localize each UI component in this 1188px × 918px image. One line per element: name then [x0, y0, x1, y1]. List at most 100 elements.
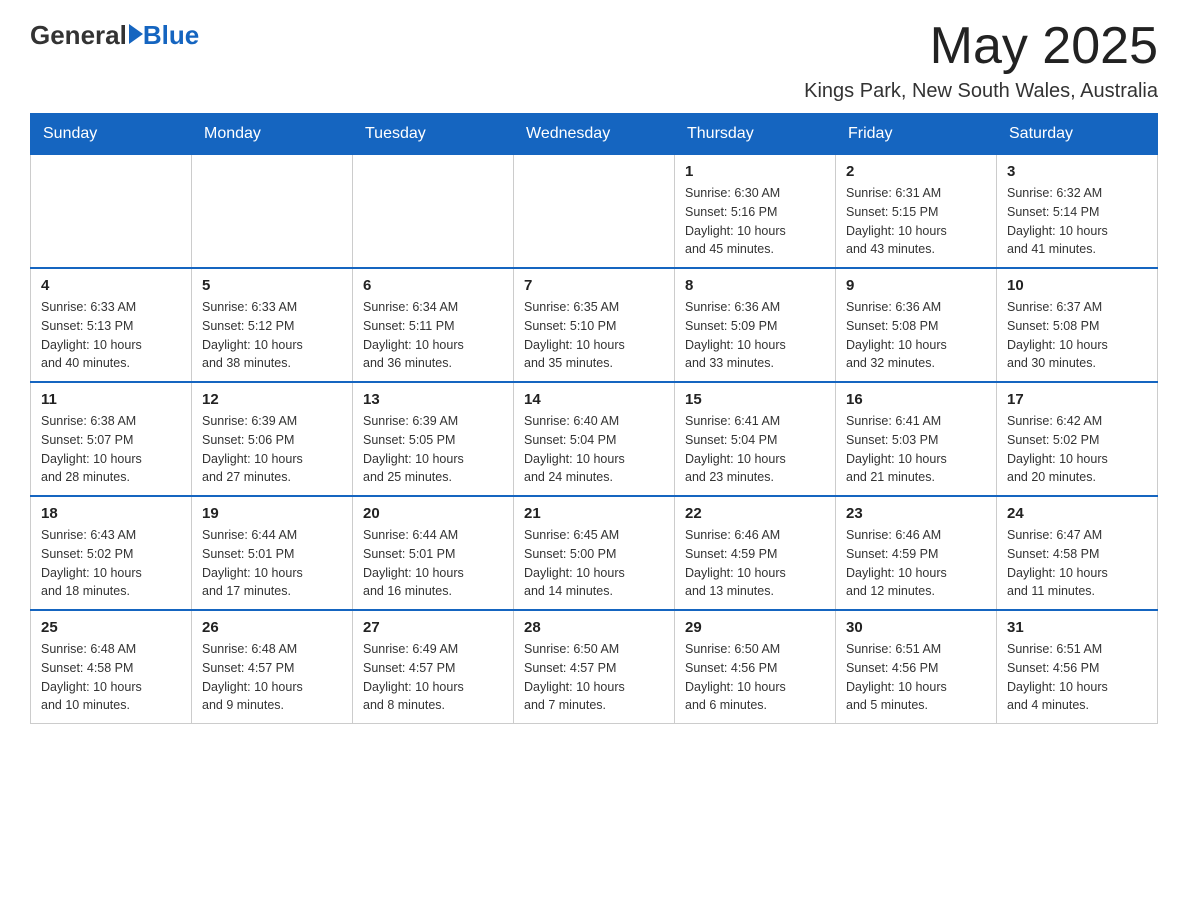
calendar-cell: 30 Sunrise: 6:51 AM Sunset: 4:56 PM Dayli…	[836, 610, 997, 724]
day-number: 27	[363, 619, 503, 636]
day-info: Sunrise: 6:41 AM Sunset: 5:03 PM Dayligh…	[846, 412, 986, 487]
calendar-week-row: 25 Sunrise: 6:48 AM Sunset: 4:58 PM Dayli…	[31, 610, 1158, 724]
day-number: 2	[846, 163, 986, 180]
calendar-cell	[192, 154, 353, 268]
calendar-cell: 19 Sunrise: 6:44 AM Sunset: 5:01 PM Dayli…	[192, 496, 353, 610]
day-number: 24	[1007, 505, 1147, 522]
day-number: 31	[1007, 619, 1147, 636]
day-info: Sunrise: 6:47 AM Sunset: 4:58 PM Dayligh…	[1007, 526, 1147, 601]
calendar-cell: 9Sunrise: 6:36 AM Sunset: 5:08 PM Daylig…	[836, 268, 997, 382]
day-number: 17	[1007, 391, 1147, 408]
day-number: 22	[685, 505, 825, 522]
day-number: 10	[1007, 277, 1147, 294]
day-info: Sunrise: 6:50 AM Sunset: 4:56 PM Dayligh…	[685, 640, 825, 715]
calendar-week-row: 4 Sunrise: 6:33 AM Sunset: 5:13 PM Daylig…	[31, 268, 1158, 382]
logo-text-general: General	[30, 20, 127, 51]
calendar-cell: 10Sunrise: 6:37 AM Sunset: 5:08 PM Dayli…	[997, 268, 1158, 382]
day-info: Sunrise: 6:48 AM Sunset: 4:58 PM Dayligh…	[41, 640, 181, 715]
day-info: Sunrise: 6:40 AM Sunset: 5:04 PM Dayligh…	[524, 412, 664, 487]
logo-arrow-icon	[129, 24, 143, 44]
title-block: May 2025 Kings Park, New South Wales, Au…	[804, 20, 1158, 103]
calendar-cell	[353, 154, 514, 268]
day-number: 30	[846, 619, 986, 636]
day-info: Sunrise: 6:44 AM Sunset: 5:01 PM Dayligh…	[363, 526, 503, 601]
day-info: Sunrise: 6:36 AM Sunset: 5:08 PM Dayligh…	[846, 298, 986, 373]
day-info: Sunrise: 6:31 AM Sunset: 5:15 PM Dayligh…	[846, 184, 986, 259]
calendar-cell: 5 Sunrise: 6:33 AM Sunset: 5:12 PM Daylig…	[192, 268, 353, 382]
calendar-cell: 12 Sunrise: 6:39 AM Sunset: 5:06 PM Dayli…	[192, 382, 353, 496]
day-number: 6	[363, 277, 503, 294]
day-info: Sunrise: 6:50 AM Sunset: 4:57 PM Dayligh…	[524, 640, 664, 715]
day-header-sunday: Sunday	[31, 114, 192, 154]
calendar-cell: 22 Sunrise: 6:46 AM Sunset: 4:59 PM Dayli…	[675, 496, 836, 610]
month-title: May 2025	[804, 20, 1158, 72]
day-info: Sunrise: 6:51 AM Sunset: 4:56 PM Dayligh…	[846, 640, 986, 715]
calendar-header-row: SundayMondayTuesdayWednesdayThursdayFrid…	[31, 114, 1158, 154]
day-number: 4	[41, 277, 181, 294]
calendar-cell: 20 Sunrise: 6:44 AM Sunset: 5:01 PM Dayli…	[353, 496, 514, 610]
calendar-cell: 3 Sunrise: 6:32 AM Sunset: 5:14 PM Daylig…	[997, 154, 1158, 268]
location-title: Kings Park, New South Wales, Australia	[804, 80, 1158, 103]
day-number: 13	[363, 391, 503, 408]
day-header-thursday: Thursday	[675, 114, 836, 154]
calendar-cell: 29 Sunrise: 6:50 AM Sunset: 4:56 PM Dayli…	[675, 610, 836, 724]
calendar-cell	[514, 154, 675, 268]
day-info: Sunrise: 6:32 AM Sunset: 5:14 PM Dayligh…	[1007, 184, 1147, 259]
day-number: 7	[524, 277, 664, 294]
day-number: 8	[685, 277, 825, 294]
calendar-cell: 21 Sunrise: 6:45 AM Sunset: 5:00 PM Dayli…	[514, 496, 675, 610]
day-info: Sunrise: 6:34 AM Sunset: 5:11 PM Dayligh…	[363, 298, 503, 373]
calendar-cell: 27 Sunrise: 6:49 AM Sunset: 4:57 PM Dayli…	[353, 610, 514, 724]
day-number: 19	[202, 505, 342, 522]
day-number: 23	[846, 505, 986, 522]
day-info: Sunrise: 6:49 AM Sunset: 4:57 PM Dayligh…	[363, 640, 503, 715]
calendar-cell: 25 Sunrise: 6:48 AM Sunset: 4:58 PM Dayli…	[31, 610, 192, 724]
day-info: Sunrise: 6:44 AM Sunset: 5:01 PM Dayligh…	[202, 526, 342, 601]
day-info: Sunrise: 6:39 AM Sunset: 5:06 PM Dayligh…	[202, 412, 342, 487]
calendar-cell: 26 Sunrise: 6:48 AM Sunset: 4:57 PM Dayli…	[192, 610, 353, 724]
day-number: 3	[1007, 163, 1147, 180]
day-number: 16	[846, 391, 986, 408]
calendar-cell: 8 Sunrise: 6:36 AM Sunset: 5:09 PM Daylig…	[675, 268, 836, 382]
calendar-cell: 7 Sunrise: 6:35 AM Sunset: 5:10 PM Daylig…	[514, 268, 675, 382]
day-info: Sunrise: 6:48 AM Sunset: 4:57 PM Dayligh…	[202, 640, 342, 715]
calendar-cell: 23 Sunrise: 6:46 AM Sunset: 4:59 PM Dayli…	[836, 496, 997, 610]
calendar-week-row: 1 Sunrise: 6:30 AM Sunset: 5:16 PM Daylig…	[31, 154, 1158, 268]
calendar-cell	[31, 154, 192, 268]
day-header-monday: Monday	[192, 114, 353, 154]
day-number: 12	[202, 391, 342, 408]
day-number: 25	[41, 619, 181, 636]
calendar-cell: 1 Sunrise: 6:30 AM Sunset: 5:16 PM Daylig…	[675, 154, 836, 268]
calendar-cell: 6 Sunrise: 6:34 AM Sunset: 5:11 PM Daylig…	[353, 268, 514, 382]
day-info: Sunrise: 6:33 AM Sunset: 5:12 PM Dayligh…	[202, 298, 342, 373]
calendar-week-row: 11Sunrise: 6:38 AM Sunset: 5:07 PM Dayli…	[31, 382, 1158, 496]
day-header-wednesday: Wednesday	[514, 114, 675, 154]
logo: General Blue	[30, 20, 199, 51]
page-header: General Blue May 2025 Kings Park, New So…	[30, 20, 1158, 103]
day-number: 18	[41, 505, 181, 522]
day-info: Sunrise: 6:46 AM Sunset: 4:59 PM Dayligh…	[846, 526, 986, 601]
day-info: Sunrise: 6:46 AM Sunset: 4:59 PM Dayligh…	[685, 526, 825, 601]
day-info: Sunrise: 6:36 AM Sunset: 5:09 PM Dayligh…	[685, 298, 825, 373]
day-number: 1	[685, 163, 825, 180]
calendar-cell: 16 Sunrise: 6:41 AM Sunset: 5:03 PM Dayli…	[836, 382, 997, 496]
calendar-cell: 11Sunrise: 6:38 AM Sunset: 5:07 PM Dayli…	[31, 382, 192, 496]
day-number: 5	[202, 277, 342, 294]
day-info: Sunrise: 6:33 AM Sunset: 5:13 PM Dayligh…	[41, 298, 181, 373]
calendar-table: SundayMondayTuesdayWednesdayThursdayFrid…	[30, 113, 1158, 724]
day-info: Sunrise: 6:30 AM Sunset: 5:16 PM Dayligh…	[685, 184, 825, 259]
calendar-cell: 15Sunrise: 6:41 AM Sunset: 5:04 PM Dayli…	[675, 382, 836, 496]
day-info: Sunrise: 6:35 AM Sunset: 5:10 PM Dayligh…	[524, 298, 664, 373]
day-number: 21	[524, 505, 664, 522]
calendar-cell: 24 Sunrise: 6:47 AM Sunset: 4:58 PM Dayli…	[997, 496, 1158, 610]
day-number: 26	[202, 619, 342, 636]
calendar-cell: 17 Sunrise: 6:42 AM Sunset: 5:02 PM Dayli…	[997, 382, 1158, 496]
day-info: Sunrise: 6:45 AM Sunset: 5:00 PM Dayligh…	[524, 526, 664, 601]
calendar-cell: 28Sunrise: 6:50 AM Sunset: 4:57 PM Dayli…	[514, 610, 675, 724]
calendar-cell: 31Sunrise: 6:51 AM Sunset: 4:56 PM Dayli…	[997, 610, 1158, 724]
day-info: Sunrise: 6:42 AM Sunset: 5:02 PM Dayligh…	[1007, 412, 1147, 487]
day-number: 20	[363, 505, 503, 522]
day-number: 11	[41, 391, 181, 408]
day-number: 29	[685, 619, 825, 636]
calendar-cell: 4 Sunrise: 6:33 AM Sunset: 5:13 PM Daylig…	[31, 268, 192, 382]
